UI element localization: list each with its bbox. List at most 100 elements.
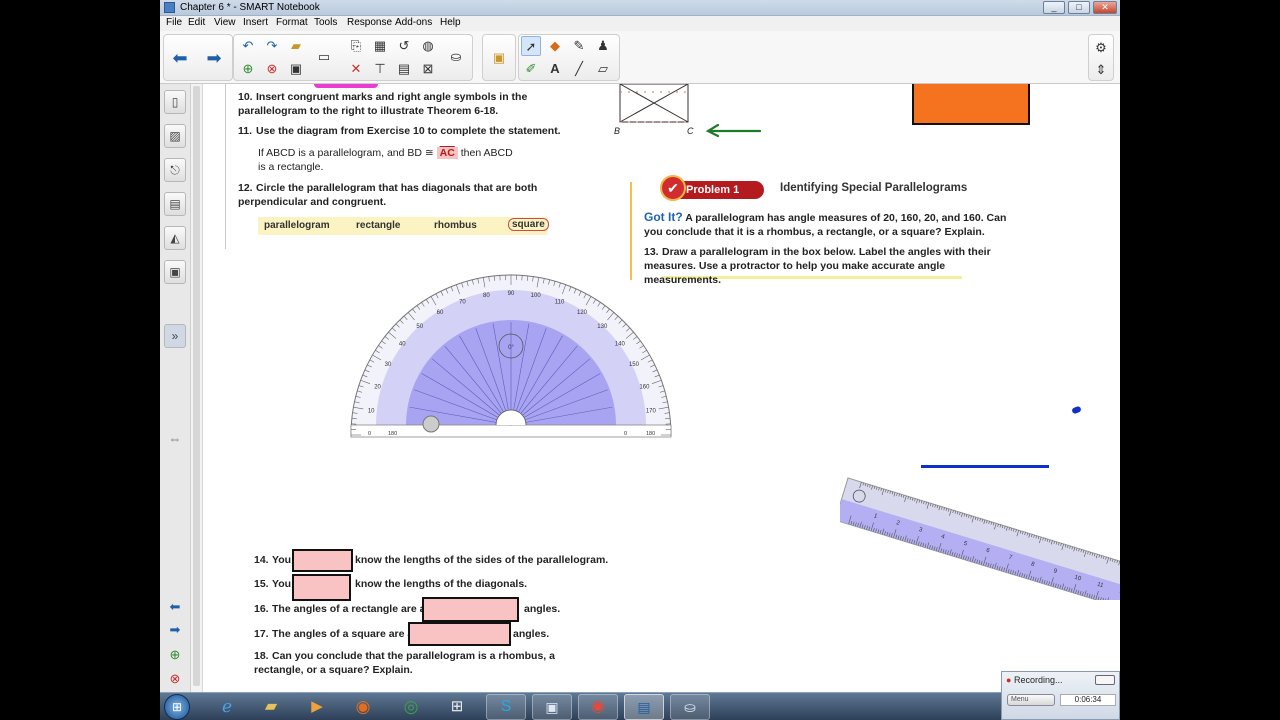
menu-response[interactable]: Response bbox=[347, 17, 392, 28]
pens-icon[interactable]: ✐ bbox=[521, 59, 541, 79]
clear-icon[interactable]: ⊠ bbox=[418, 59, 438, 79]
answer-box-16[interactable] bbox=[422, 597, 519, 622]
lines-icon[interactable]: ╱ bbox=[569, 59, 589, 79]
notebook-canvas[interactable]: 10. Insert congruent marks and right angl… bbox=[204, 84, 1120, 692]
protractor-label: 110 bbox=[555, 300, 565, 306]
page-sorter-tab[interactable]: ▯ bbox=[164, 90, 186, 114]
nav-group: ⬅ ➡ bbox=[163, 34, 233, 81]
reset-icon[interactable]: ↺ bbox=[394, 36, 414, 56]
menu-edit[interactable]: Edit bbox=[188, 17, 205, 28]
question-14: 14. You bbox=[254, 553, 291, 567]
protractor-label: 100 bbox=[531, 293, 542, 299]
media-player-icon[interactable]: ▶ bbox=[306, 696, 328, 718]
text-icon[interactable]: A bbox=[545, 59, 565, 79]
remote-desktop-icon[interactable]: ▣ bbox=[532, 694, 572, 720]
vertex-label-b: B bbox=[614, 126, 621, 136]
table-icon[interactable]: ▤ bbox=[394, 59, 414, 79]
chrome-icon[interactable]: ◎ bbox=[400, 696, 422, 718]
recorder-task-icon[interactable]: ⛀ bbox=[670, 694, 710, 720]
display-icon[interactable]: ⊤ bbox=[370, 59, 390, 79]
addons-tab[interactable]: ◭ bbox=[164, 226, 186, 250]
choice-parallelogram[interactable]: parallelogram bbox=[264, 220, 330, 231]
menu-addons[interactable]: Add-ons bbox=[395, 17, 432, 28]
title-bar: Chapter 6 * - SMART Notebook _ □ ✕ bbox=[160, 0, 1120, 16]
settings-icon[interactable]: ⚙ bbox=[1091, 38, 1111, 58]
protractor-tool[interactable]: 0° 0 180 0 180 10 20 30 40 50 60 70 80 90 100 110 1… bbox=[348, 260, 674, 438]
got-it-label: Got It? bbox=[644, 210, 683, 224]
firefox-icon[interactable]: ◉ bbox=[352, 696, 374, 718]
blue-ink-line[interactable] bbox=[921, 465, 1049, 468]
forward-icon[interactable]: ➡ bbox=[204, 48, 224, 68]
recording-time: 0:06:34 bbox=[1060, 694, 1116, 706]
page-tools-group: ↶ ↷ ▰ ⊕ ⊗ ▣ ▭ ⎘ ▦ ↺ ◍ ✕ ⊤ ▤ ⊠ ⛀ bbox=[233, 34, 473, 81]
screen-shade-icon[interactable]: ▭ bbox=[314, 47, 334, 67]
gallery-tab[interactable]: ▨ bbox=[164, 124, 186, 148]
base-label: 180 bbox=[388, 431, 397, 437]
recording-menu-button[interactable]: Menu bbox=[1007, 694, 1055, 706]
question-text: Circle the parallelogram that has diagon… bbox=[238, 182, 538, 208]
auto-hide-icon[interactable]: » bbox=[164, 324, 186, 348]
close-button[interactable]: ✕ bbox=[1093, 1, 1117, 14]
chrome-window-icon[interactable]: ◉ bbox=[578, 694, 618, 720]
toolbox-icon[interactable]: ▣ bbox=[489, 48, 509, 68]
capture-icon[interactable]: ▦ bbox=[370, 36, 390, 56]
minimize-button[interactable]: _ bbox=[1043, 1, 1065, 14]
delete-icon[interactable]: ✕ bbox=[346, 59, 366, 79]
choice-rectangle[interactable]: rectangle bbox=[356, 220, 400, 231]
question-text: Can you conclude that the parallelogram … bbox=[254, 650, 555, 676]
menu-format[interactable]: Format bbox=[276, 17, 308, 28]
orange-rectangle-shape[interactable] bbox=[912, 84, 1030, 125]
attachments-tab[interactable]: ⎋ bbox=[164, 158, 186, 182]
scrollbar-thumb[interactable] bbox=[193, 86, 200, 686]
menu-file[interactable]: File bbox=[166, 17, 182, 28]
menu-tools[interactable]: Tools bbox=[314, 17, 337, 28]
open-icon[interactable]: ▰ bbox=[286, 36, 306, 56]
save-icon[interactable]: ▣ bbox=[286, 59, 306, 79]
paste-icon[interactable]: ⎘ bbox=[346, 36, 366, 56]
apps-grid-icon[interactable]: ⊞ bbox=[446, 696, 468, 718]
blue-ink-dot[interactable] bbox=[1071, 405, 1082, 415]
menu-insert[interactable]: Insert bbox=[243, 17, 268, 28]
skype-icon[interactable]: S bbox=[486, 694, 526, 720]
properties-tab[interactable]: ▤ bbox=[164, 192, 186, 216]
previous-page-icon[interactable]: ⬅ bbox=[164, 598, 186, 616]
recording-minimize-button[interactable] bbox=[1095, 675, 1115, 685]
protractor-label: 140 bbox=[615, 342, 626, 348]
shapes-icon[interactable]: ◆ bbox=[545, 36, 565, 56]
smart-notebook-task-icon[interactable]: ▤ bbox=[624, 694, 664, 720]
response-tab[interactable]: ▣ bbox=[164, 260, 186, 284]
redo-icon[interactable]: ↷ bbox=[262, 36, 282, 56]
answer-box-17[interactable] bbox=[408, 622, 511, 646]
document-camera-icon[interactable]: ⛀ bbox=[446, 47, 466, 67]
rotate-handle[interactable] bbox=[422, 415, 440, 433]
resize-handle-icon[interactable]: ⇔ bbox=[164, 430, 186, 448]
eraser-icon[interactable]: ▱ bbox=[593, 59, 613, 79]
add-page-icon[interactable]: ⊕ bbox=[238, 59, 258, 79]
maximize-button[interactable]: □ bbox=[1068, 1, 1090, 14]
delete-page-icon[interactable]: ⊗ bbox=[262, 59, 282, 79]
add-page-icon[interactable]: ⊕ bbox=[164, 646, 186, 664]
fill-icon[interactable]: ♟ bbox=[593, 36, 613, 56]
ruler-tool[interactable]: 1234567891011121314 bbox=[840, 470, 1120, 600]
answer-box-15[interactable] bbox=[292, 574, 351, 601]
answer-box-14[interactable] bbox=[292, 549, 353, 572]
menu-view[interactable]: View bbox=[214, 17, 236, 28]
start-button[interactable]: ⊞ bbox=[164, 694, 190, 720]
problem-title: Identifying Special Parallelograms bbox=[780, 182, 968, 194]
explorer-icon[interactable]: ▰ bbox=[260, 696, 282, 718]
magic-pen-icon[interactable]: ✎ bbox=[569, 36, 589, 56]
internet-explorer-icon[interactable]: ℯ bbox=[216, 696, 238, 718]
undo-icon[interactable]: ↶ bbox=[238, 36, 258, 56]
vertical-scrollbar[interactable] bbox=[191, 84, 203, 692]
toolbar-move-icon[interactable]: ⇕ bbox=[1091, 60, 1111, 80]
next-page-icon[interactable]: ➡ bbox=[164, 621, 186, 639]
back-icon[interactable]: ⬅ bbox=[170, 48, 190, 68]
web-icon[interactable]: ◍ bbox=[418, 36, 438, 56]
choice-square[interactable]: square bbox=[508, 218, 549, 231]
statement-part: If ABCD is a parallelogram, and BD ≅ bbox=[258, 147, 434, 159]
select-icon[interactable]: ➚ bbox=[521, 36, 541, 56]
question-13: 13. Draw a parallelogram in the box below… bbox=[644, 245, 1014, 287]
delete-page-icon[interactable]: ⊗ bbox=[164, 670, 186, 688]
menu-help[interactable]: Help bbox=[440, 17, 461, 28]
choice-rhombus[interactable]: rhombus bbox=[434, 220, 477, 231]
